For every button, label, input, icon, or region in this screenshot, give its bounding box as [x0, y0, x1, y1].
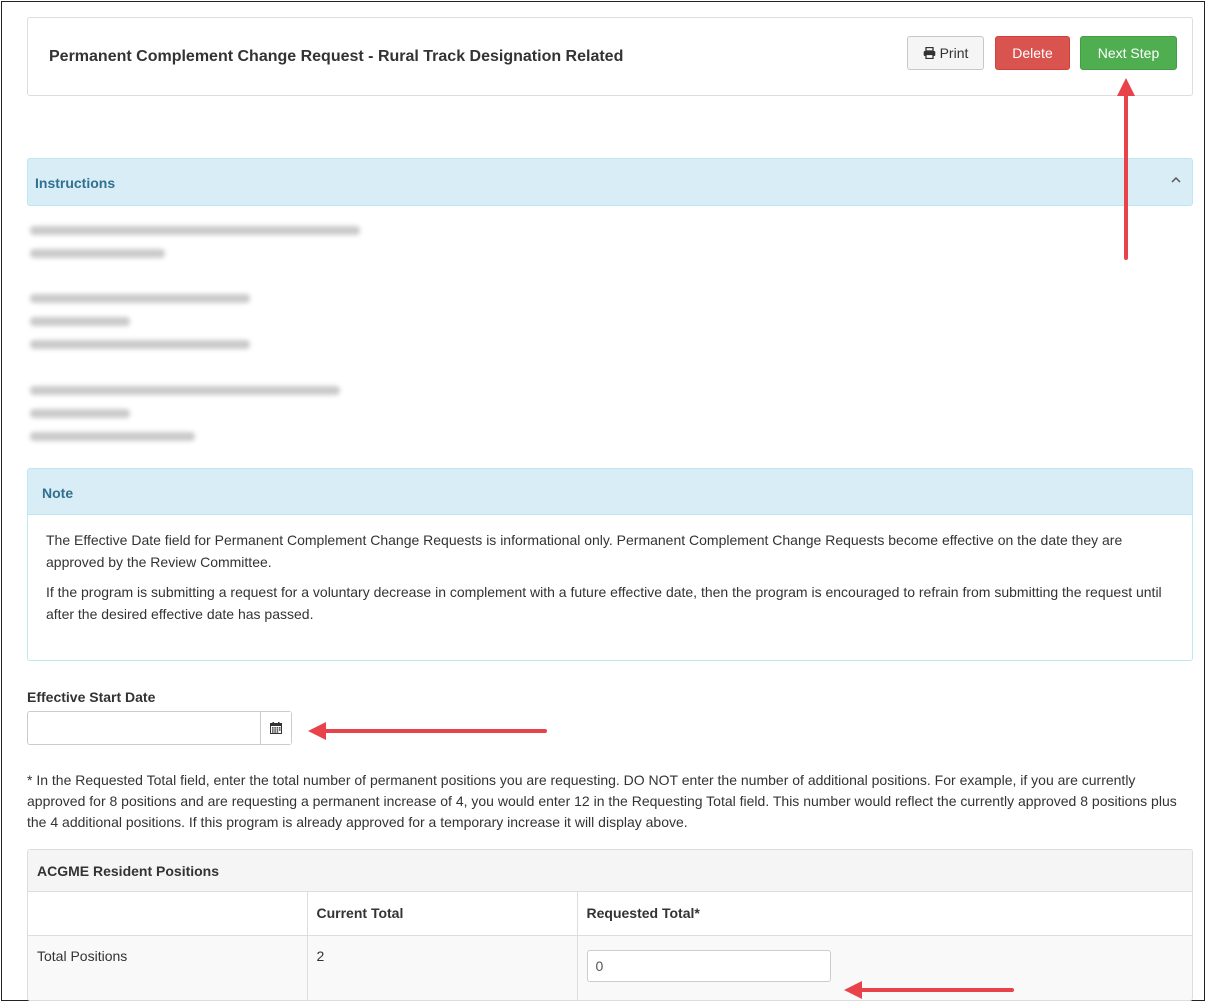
positions-table-title: ACGME Resident Positions — [37, 863, 220, 879]
table-row: Total Positions 2 — [28, 935, 1192, 1000]
note-title: Note — [42, 485, 74, 501]
instructions-title: Instructions — [35, 175, 116, 191]
page-title: Permanent Complement Change Request - Ru… — [49, 48, 624, 65]
calendar-button[interactable] — [260, 712, 291, 744]
column-header-requested-total: Requested Total* — [577, 892, 1192, 936]
print-label: Print — [939, 45, 969, 61]
next-step-button[interactable]: Next Step — [1080, 36, 1177, 70]
blurred-contact-dio — [30, 294, 250, 363]
requested-total-input[interactable] — [586, 949, 831, 982]
effective-start-date-input[interactable] — [28, 712, 260, 744]
positions-table-panel: ACGME Resident Positions Current Total R… — [27, 849, 1193, 1001]
note-paragraph: The Effective Date field for Permanent C… — [46, 532, 1123, 570]
effective-start-date-group — [27, 711, 292, 745]
requested-total-instructions: * In the Requested Total field, enter th… — [27, 772, 1177, 830]
print-button[interactable]: Print — [907, 36, 984, 70]
delete-button[interactable]: Delete — [995, 36, 1070, 70]
positions-table: Current Total Requested Total* Total Pos… — [28, 892, 1192, 1000]
positions-table-header: ACGME Resident Positions — [28, 850, 1192, 892]
printer-icon — [923, 46, 935, 59]
column-header-current-total: Current Total — [307, 892, 578, 936]
chevron-up-icon[interactable] — [1170, 175, 1182, 185]
note-panel: Note The Effective Date field for Perman… — [27, 468, 1193, 661]
column-header-label — [28, 892, 308, 936]
row-label: Total Positions — [28, 935, 308, 1000]
note-header: Note — [28, 469, 1192, 515]
table-header-row: Current Total Requested Total* — [28, 892, 1192, 936]
blurred-contact-program-director — [30, 386, 340, 455]
effective-start-date-label: Effective Start Date — [27, 689, 156, 705]
calendar-icon — [270, 722, 282, 734]
current-total-value: 2 — [307, 935, 578, 1000]
note-paragraph: If the program is submitting a request f… — [46, 584, 1162, 622]
requested-total-cell — [577, 935, 1192, 1000]
instructions-panel-header[interactable]: Instructions — [27, 158, 1193, 206]
blurred-contact-requested-by — [30, 226, 360, 272]
note-body: The Effective Date field for Permanent C… — [28, 515, 1192, 625]
page-header: Permanent Complement Change Request - Ru… — [27, 17, 1193, 96]
